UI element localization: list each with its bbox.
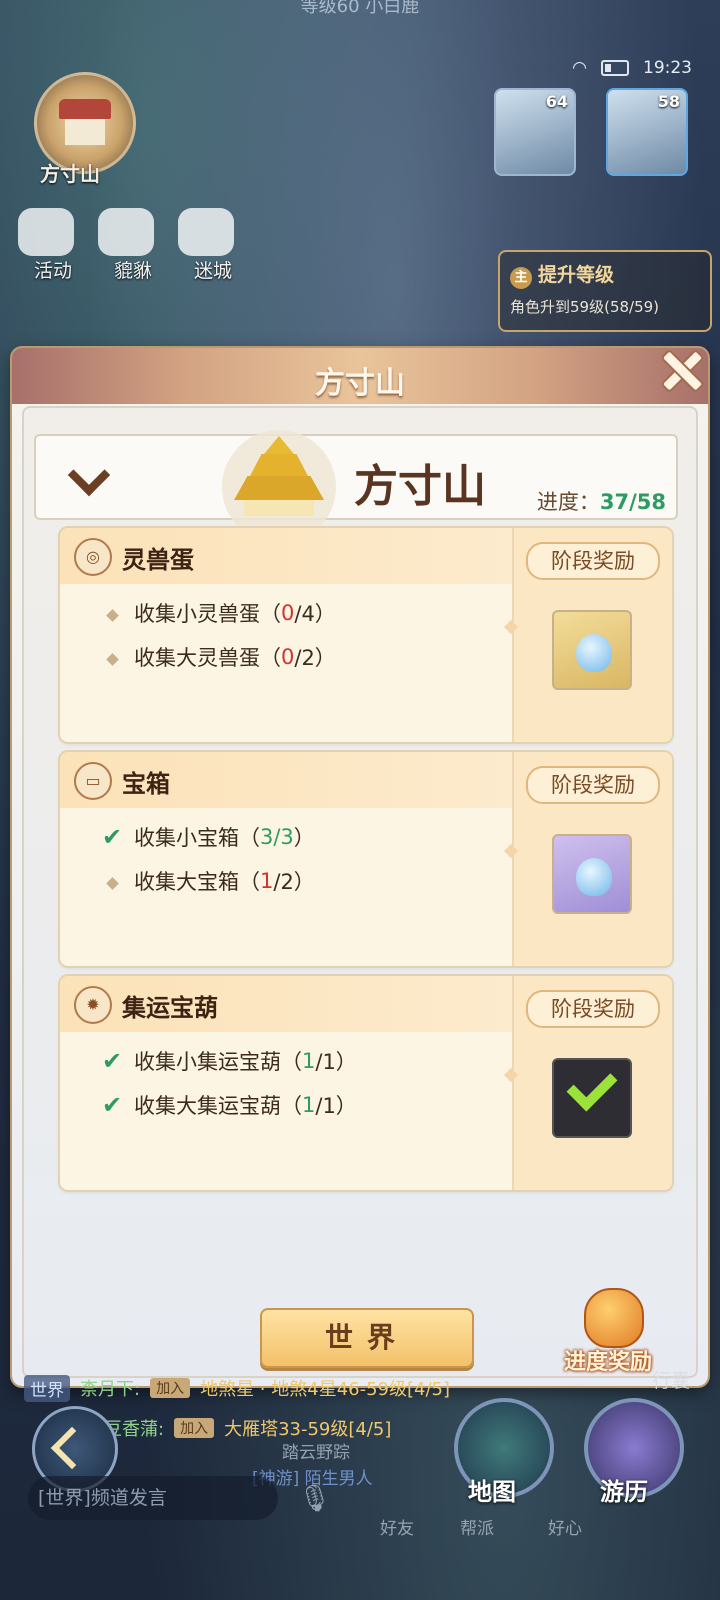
world-button[interactable]: 世界 xyxy=(260,1308,474,1368)
exploration-panel: 方寸山 方寸山 进度：37/58 ◎ 灵兽蛋 收集小灵兽蛋（ 0/4） 收集大灵… xyxy=(12,348,708,1386)
mood-button[interactable]: 好心 xyxy=(548,1514,582,1539)
collect-card-egg: ◎ 灵兽蛋 收集小灵兽蛋（ 0/4） 收集大灵兽蛋（ 0/2） 阶段奖励 xyxy=(60,528,672,742)
quest-title: 提升等级 xyxy=(538,264,615,286)
region-selector[interactable]: 方寸山 进度：37/58 xyxy=(34,430,678,544)
status-bar: ◠ 19:23 xyxy=(572,58,692,78)
region-progress: 进度：37/58 xyxy=(536,490,666,514)
temple-icon xyxy=(59,99,111,119)
gourd-icon xyxy=(576,858,612,896)
checkmark-icon: ✔ xyxy=(102,823,123,851)
chat-input[interactable]: [世界]频道发言 xyxy=(28,1476,278,1520)
wifi-icon: ◠ xyxy=(572,58,587,78)
friends-button[interactable]: 好友 xyxy=(380,1514,414,1539)
task-item: ✔ 收集小集运宝葫（ 1/1） xyxy=(102,1047,357,1075)
checkmark-icon: ✔ xyxy=(102,1047,123,1075)
checkmark-icon: ✔ xyxy=(102,1091,123,1119)
panel-header: 方寸山 xyxy=(12,348,708,404)
collect-card-chest: ▭ 宝箱 ✔ 收集小宝箱（ 3/3） 收集大宝箱（ 1/2） 阶段奖励 xyxy=(60,752,672,966)
travel-button[interactable]: 游历 xyxy=(584,1398,684,1506)
pixiu-icon xyxy=(98,208,154,256)
chest-icon: ▭ xyxy=(74,762,112,800)
task-item: 收集大宝箱（ 1/2） xyxy=(102,866,315,896)
gourd-icon: ✹ xyxy=(74,986,112,1024)
card-title: 宝箱 xyxy=(122,770,170,798)
stage-reward-button[interactable]: 阶段奖励 xyxy=(526,766,660,804)
egg-icon: ◎ xyxy=(74,538,112,576)
close-button[interactable] xyxy=(656,344,704,392)
reward-claimed[interactable] xyxy=(552,1058,632,1138)
bullet-icon xyxy=(106,609,119,622)
join-button[interactable]: 加入 xyxy=(174,1418,215,1438)
activity-icon xyxy=(18,208,74,256)
task-item: ✔ 收集大集运宝葫（ 1/1） xyxy=(102,1091,357,1119)
guild-button[interactable]: 帮派 xyxy=(460,1514,494,1539)
reward-bag-icon[interactable] xyxy=(584,1288,644,1348)
potion-icon xyxy=(576,634,612,672)
task-item: 收集大灵兽蛋（ 0/2） xyxy=(102,642,336,672)
clock: 19:23 xyxy=(643,58,692,78)
claimed-check-icon xyxy=(566,1060,618,1112)
map-button[interactable]: 地图 xyxy=(454,1398,554,1506)
bullet-icon xyxy=(106,653,119,666)
panel-body: 方寸山 进度：37/58 ◎ 灵兽蛋 收集小灵兽蛋（ 0/4） 收集大灵兽蛋（ 0/… xyxy=(22,406,698,1378)
task-item: 收集小灵兽蛋（ 0/4） xyxy=(102,598,336,628)
stage-reward-button[interactable]: 阶段奖励 xyxy=(526,990,660,1028)
main-quest-tracker[interactable]: 主提升等级 角色升到59级(58/59) xyxy=(498,250,712,332)
hud-pixiu[interactable]: 貔貅 xyxy=(98,208,168,283)
stage-reward-button[interactable]: 阶段奖励 xyxy=(526,542,660,580)
bag-button[interactable]: 行囊 xyxy=(652,1366,690,1393)
maze-icon xyxy=(178,208,234,256)
quest-badge: 主 xyxy=(510,267,532,289)
join-button[interactable]: 加入 xyxy=(150,1378,191,1398)
chevron-down-icon[interactable] xyxy=(67,453,111,497)
pet-portrait-2[interactable]: 58 xyxy=(606,88,688,176)
location-name: 方寸山 xyxy=(40,162,100,186)
hud-activity[interactable]: 活动 xyxy=(18,208,88,283)
pet-portrait-1[interactable]: 64 xyxy=(494,88,576,176)
microphone-icon[interactable]: 🎙 xyxy=(298,1484,331,1514)
reward-item-potion[interactable] xyxy=(552,610,632,690)
bullet-icon xyxy=(106,877,119,890)
card-title: 灵兽蛋 xyxy=(122,546,194,574)
task-item: ✔ 收集小宝箱（ 3/3） xyxy=(102,823,315,851)
panel-title: 方寸山 xyxy=(315,366,405,401)
quest-desc: 角色升到59级(58/59) xyxy=(510,298,660,316)
hud-maze[interactable]: 迷城 xyxy=(178,208,248,283)
card-title: 集运宝葫 xyxy=(122,994,218,1022)
pagoda-icon xyxy=(222,430,336,544)
activity-hint: 踏云野踪 xyxy=(282,1443,350,1463)
region-name: 方寸山 xyxy=(354,461,486,512)
reward-item-gourd[interactable] xyxy=(552,834,632,914)
battery-icon xyxy=(601,60,629,76)
player-title: 等级60 小白鹿 xyxy=(300,0,420,17)
collect-card-gourd: ✹ 集运宝葫 ✔ 收集小集运宝葫（ 1/1） ✔ 收集大集运宝葫（ 1/1） 阶段奖… xyxy=(60,976,672,1190)
